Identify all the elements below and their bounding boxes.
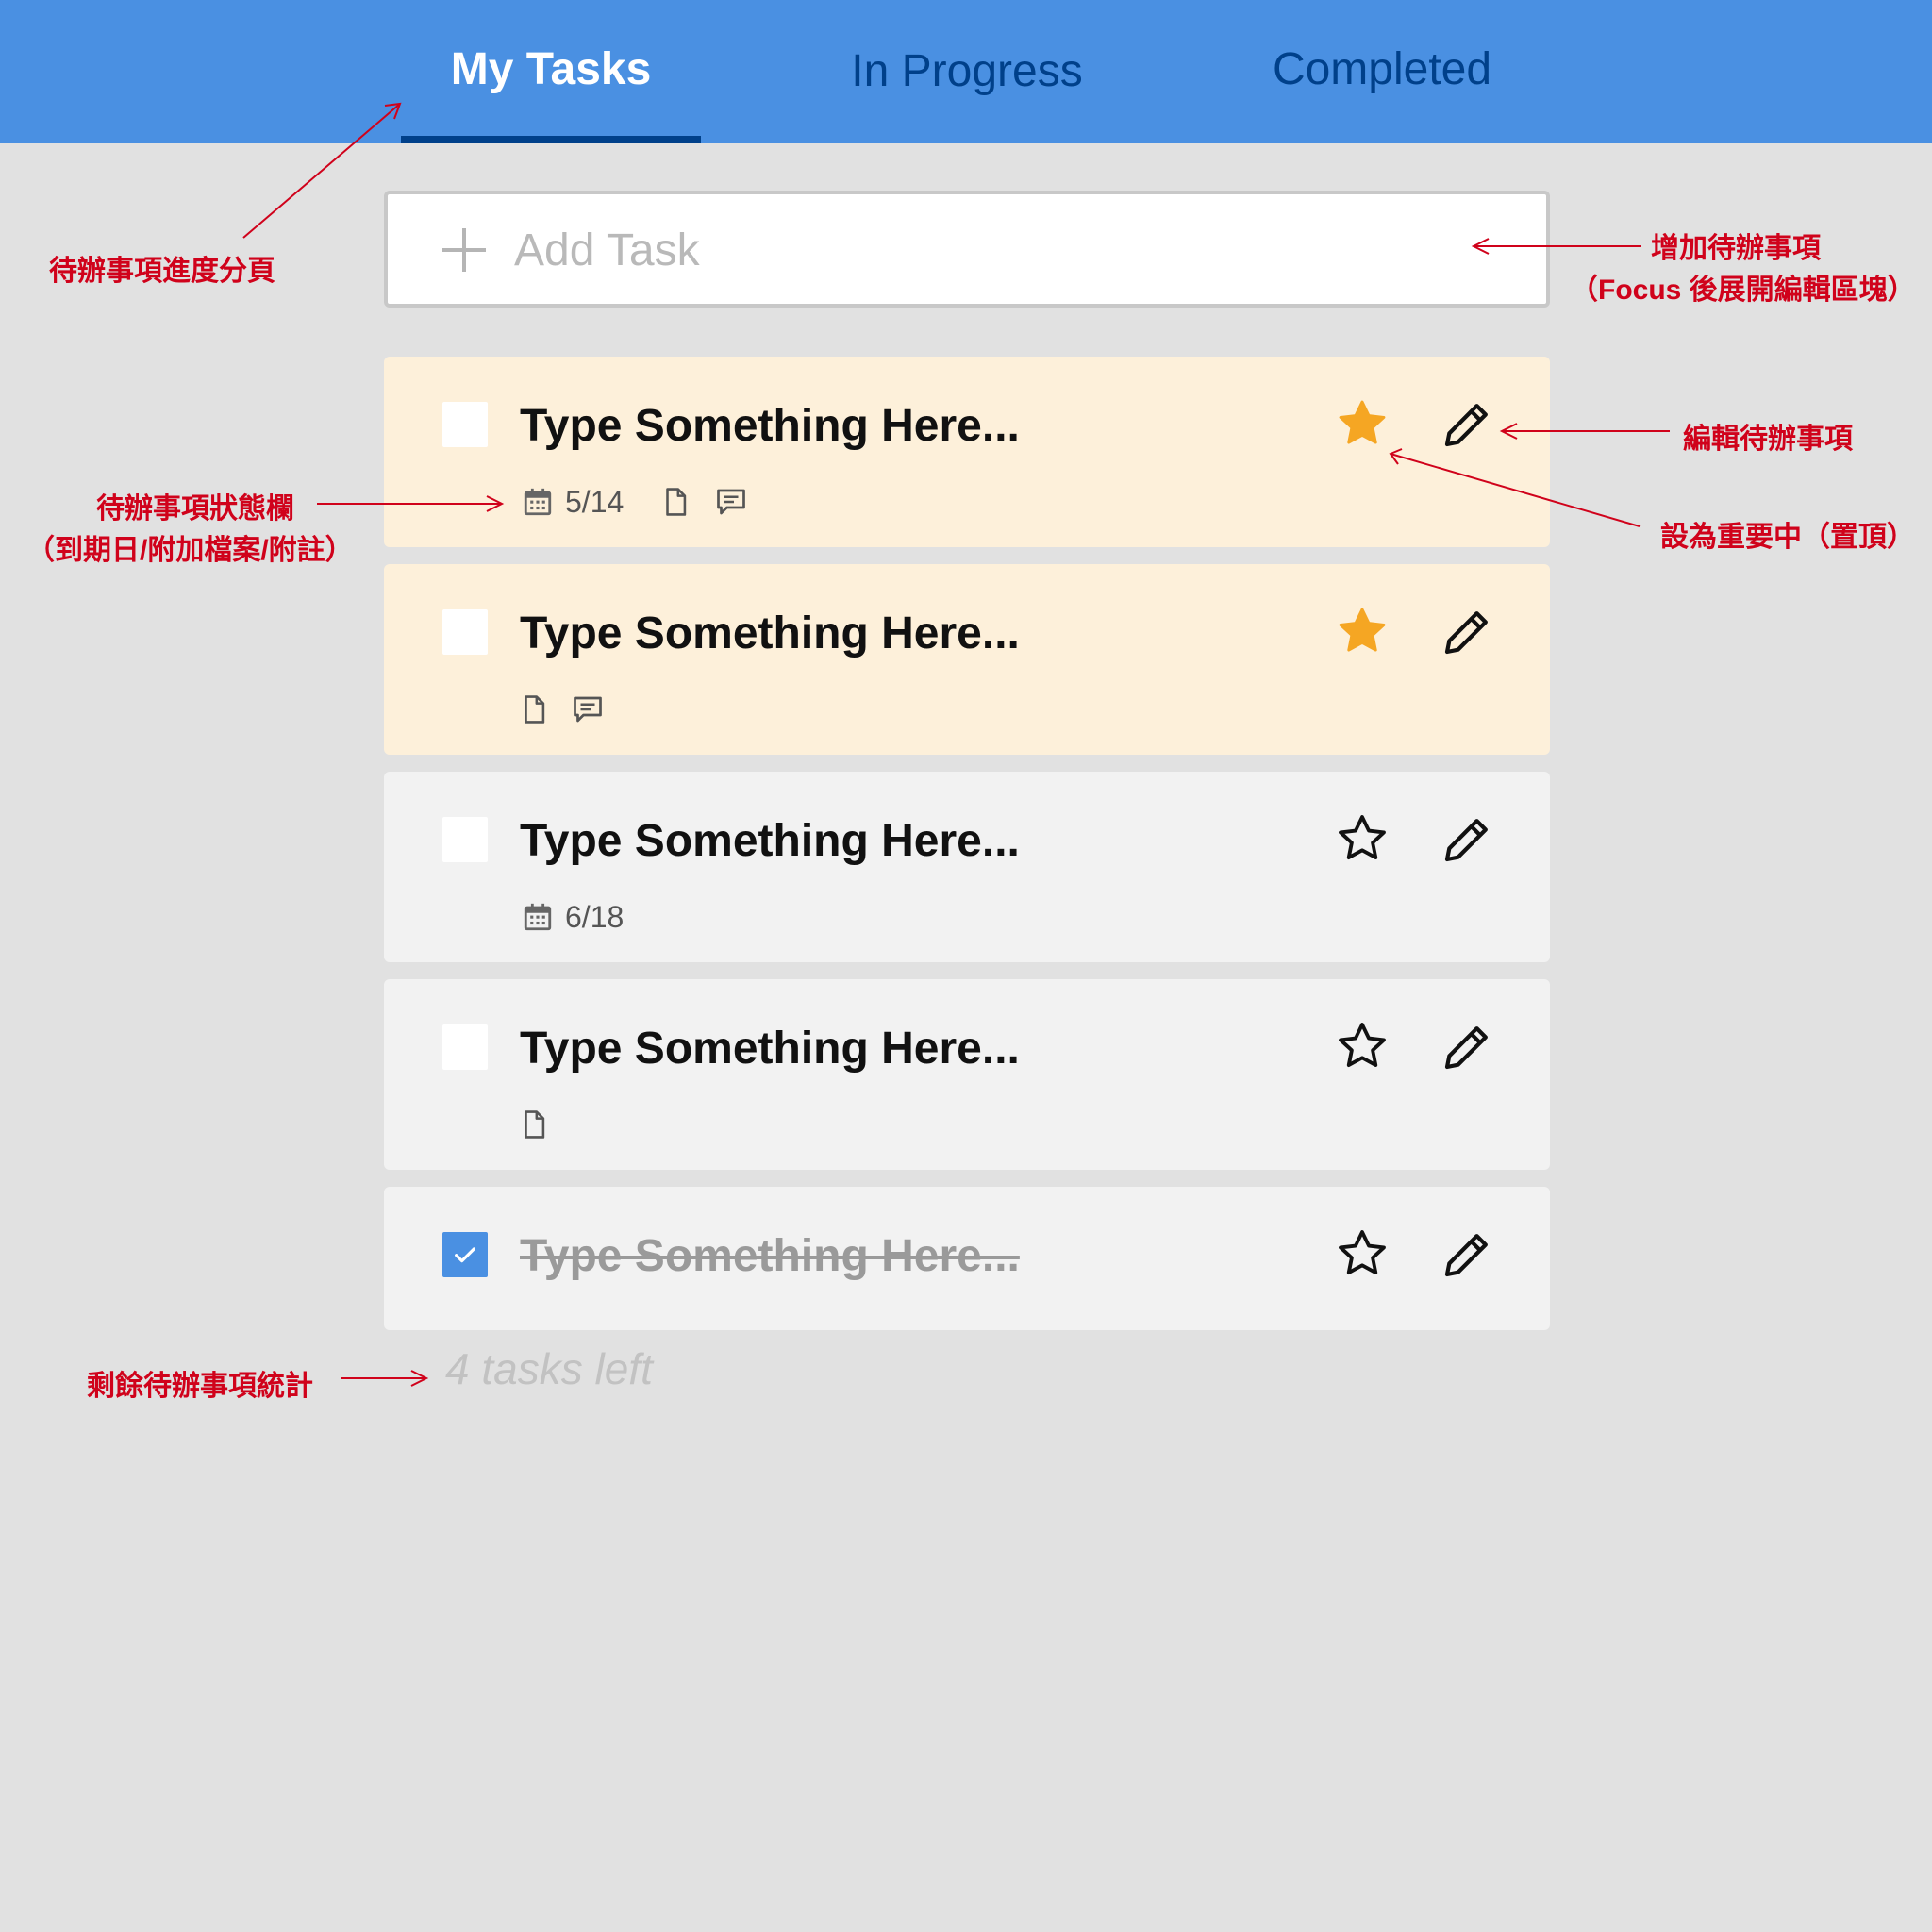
tab-completed[interactable]: Completed <box>1245 0 1519 143</box>
comment-icon <box>574 696 602 723</box>
task-title: Type Something Here... <box>520 816 1020 866</box>
task-checkbox[interactable] <box>442 609 488 655</box>
tab-bar: My Tasks In Progress Completed <box>0 0 1932 143</box>
star-filled-icon[interactable] <box>1335 604 1390 658</box>
task-status-row <box>518 691 707 728</box>
file-icon <box>525 1110 545 1139</box>
annotation-add-task-1: 增加待辦事項 <box>1651 233 1821 264</box>
tab-my-tasks[interactable]: My Tasks <box>401 0 701 143</box>
tab-completed-label: Completed <box>1272 44 1492 94</box>
tab-in-progress-label: In Progress <box>851 46 1083 96</box>
task-title: Type Something Here... <box>520 401 1020 451</box>
task-item[interactable]: Type Something Here... 6/18 <box>384 772 1550 962</box>
star-outline-icon[interactable] <box>1335 1019 1390 1074</box>
pencil-icon[interactable] <box>1441 398 1493 451</box>
star-outline-icon[interactable] <box>1335 811 1390 866</box>
task-item[interactable]: Type Something Here... <box>384 564 1550 755</box>
task-item[interactable]: Type Something Here... <box>384 1187 1550 1330</box>
due-date: 5/14 <box>565 485 625 519</box>
tasks-left-count: 4 tasks left <box>445 1344 653 1393</box>
annotation-status-2: （到期日/附加檔案/附註） <box>26 535 354 566</box>
task-title: Type Something Here... <box>520 1024 1020 1074</box>
star-filled-icon[interactable] <box>1335 396 1390 451</box>
task-status-row: 5/14 <box>518 483 801 521</box>
task-checkbox[interactable] <box>442 817 488 862</box>
task-title: Type Something Here... <box>520 1231 1020 1281</box>
file-icon <box>666 488 687 516</box>
due-date: 6/18 <box>565 900 625 934</box>
task-checkbox[interactable] <box>442 1024 488 1070</box>
active-tab-indicator <box>401 136 701 143</box>
pencil-icon[interactable] <box>1441 813 1493 866</box>
annotation-star: 設為重要中（置頂） <box>1660 522 1915 553</box>
pencil-icon[interactable] <box>1441 1021 1493 1074</box>
calendar-icon <box>524 903 552 931</box>
comment-icon <box>717 489 745 515</box>
file-icon <box>525 695 545 724</box>
annotation-add-task-2: （Focus 後展開編輯區塊） <box>1570 275 1916 306</box>
task-status-row: 6/18 <box>518 898 707 936</box>
tab-my-tasks-label: My Tasks <box>450 44 652 94</box>
task-status-row <box>518 1106 612 1143</box>
task-checkbox-checked[interactable] <box>442 1232 488 1277</box>
annotation-count: 剩餘待辦事項統計 <box>87 1371 313 1402</box>
plus-icon <box>442 228 486 272</box>
checkmark-icon <box>455 1247 475 1263</box>
pencil-icon[interactable] <box>1441 1228 1493 1281</box>
task-title: Type Something Here... <box>520 608 1020 658</box>
annotation-status-1: 待辦事項狀態欄 <box>96 493 294 525</box>
annotation-edit: 編輯待辦事項 <box>1683 424 1853 455</box>
annotation-tabs: 待辦事項進度分頁 <box>49 256 275 287</box>
calendar-icon <box>524 488 552 516</box>
star-outline-icon[interactable] <box>1335 1226 1390 1281</box>
pencil-icon[interactable] <box>1441 606 1493 658</box>
task-checkbox[interactable] <box>442 402 488 447</box>
tab-in-progress[interactable]: In Progress <box>821 0 1113 143</box>
task-item[interactable]: Type Something Here... <box>384 979 1550 1170</box>
task-item[interactable]: Type Something Here... 5/14 <box>384 357 1550 547</box>
add-task-box[interactable] <box>384 191 1550 308</box>
add-task-input[interactable] <box>512 213 1459 287</box>
